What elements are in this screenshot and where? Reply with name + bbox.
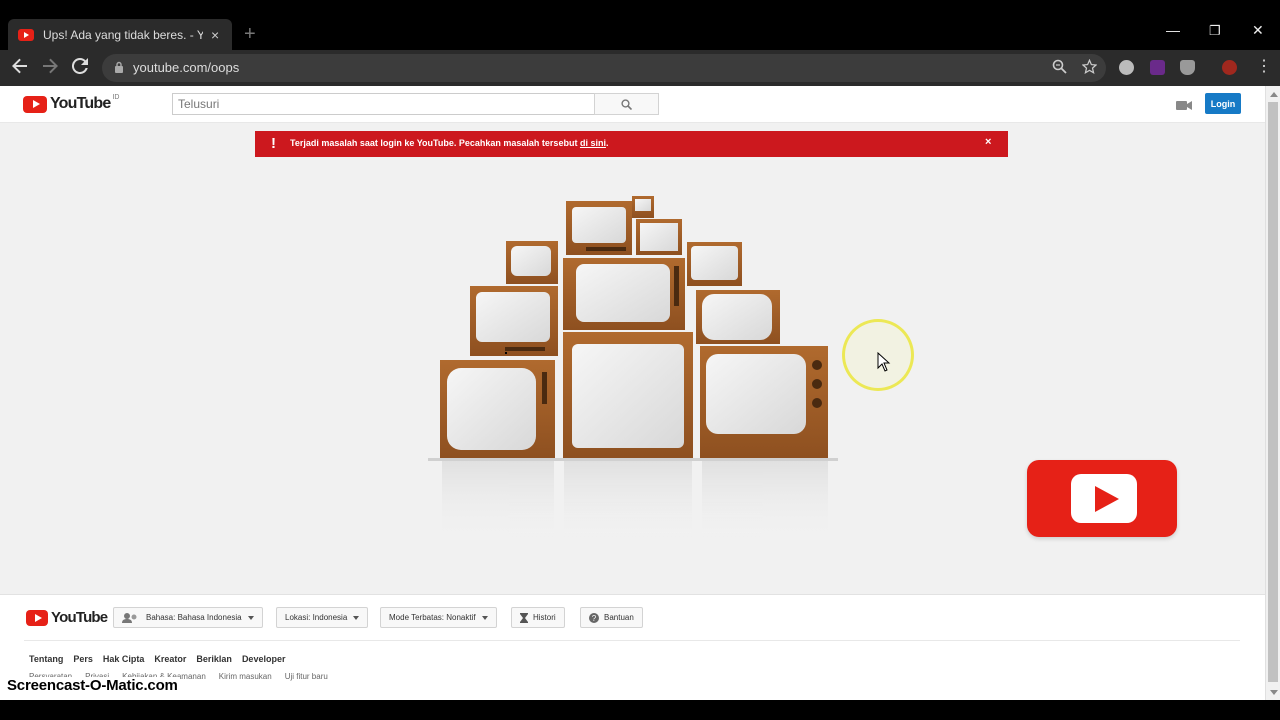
hourglass-icon: [520, 612, 528, 623]
alert-help-link[interactable]: di sini: [580, 138, 606, 148]
bookmark-star-icon[interactable]: [1081, 58, 1098, 77]
browser-tabstrip: Ups! Ada yang tidak beres. - YouTube × +…: [0, 0, 1280, 50]
footer-link[interactable]: Pers: [73, 654, 93, 664]
scroll-thumb[interactable]: [1268, 102, 1278, 682]
youtube-logo[interactable]: YouTube ID: [23, 93, 120, 113]
footer-link[interactable]: Tentang: [29, 654, 63, 664]
footer-youtube-logo-icon: [26, 609, 48, 626]
alert-message: Terjadi masalah saat login ke YouTube. P…: [290, 138, 608, 148]
new-tab-button[interactable]: +: [244, 24, 256, 44]
tab-title: Ups! Ada yang tidak beres. - YouTube: [43, 27, 203, 42]
history-button[interactable]: Histori: [511, 607, 565, 628]
history-label: Histori: [533, 613, 556, 622]
search-button[interactable]: [594, 93, 659, 115]
yt-footer: YouTube Bahasa: Bahasa Indonesia Lokasi:…: [0, 594, 1265, 700]
alert-close-button[interactable]: ×: [985, 136, 991, 148]
screen-bottom-bar: [0, 700, 1280, 720]
search-box: [172, 93, 595, 115]
browser-toolbar: youtube.com/oops ⋮: [0, 50, 1280, 86]
youtube-favicon-icon: [18, 28, 34, 41]
page-scrollbar[interactable]: [1265, 86, 1280, 700]
lock-icon: [115, 61, 123, 73]
help-button[interactable]: ? Bantuan: [580, 607, 643, 628]
page-content: YouTube ID Login ! Terjadi masalah saat …: [0, 86, 1265, 700]
zoom-icon[interactable]: [1052, 59, 1067, 77]
url-text: youtube.com/oops: [133, 60, 240, 75]
footer-youtube-logo[interactable]: YouTube: [26, 609, 108, 626]
help-label: Bantuan: [604, 613, 634, 622]
search-icon: [621, 98, 632, 110]
footer-link[interactable]: Developer: [242, 654, 286, 664]
mouse-cursor-icon: [877, 352, 891, 372]
broken-tv-illustration: [428, 196, 838, 541]
youtube-play-logo-icon: [1027, 460, 1177, 537]
restricted-mode-label: Mode Terbatas: Nonaktif: [389, 613, 476, 622]
region-label: ID: [112, 93, 120, 101]
location-picker[interactable]: Lokasi: Indonesia: [276, 607, 369, 628]
youtube-logo-icon: [23, 95, 47, 113]
screencast-watermark: Screencast-O-Matic.com: [5, 677, 180, 695]
footer-link[interactable]: Kreator: [154, 654, 186, 664]
extension-globe-icon[interactable]: [1119, 60, 1134, 75]
footer-primary-links: Tentang Pers Hak Cipta Kreator Beriklan …: [29, 654, 285, 664]
window-close-button[interactable]: ✕: [1252, 22, 1264, 39]
browser-tab[interactable]: Ups! Ada yang tidak beres. - YouTube ×: [8, 19, 232, 50]
login-error-alert: ! Terjadi masalah saat login ke YouTube.…: [255, 131, 1008, 157]
back-icon[interactable]: [12, 58, 28, 79]
alert-suffix: .: [605, 138, 609, 148]
footer-youtube-logo-text: YouTube: [51, 609, 108, 626]
scroll-down-arrow-icon[interactable]: [1270, 690, 1278, 695]
language-picker[interactable]: Bahasa: Bahasa Indonesia: [113, 607, 263, 628]
upload-video-icon[interactable]: [1176, 98, 1192, 116]
profile-avatar-icon[interactable]: [1222, 60, 1237, 75]
language-label: Bahasa: Bahasa Indonesia: [146, 613, 242, 622]
svg-text:?: ?: [592, 614, 597, 623]
extension-shield-icon[interactable]: [1180, 60, 1195, 75]
youtube-logo-text: YouTube: [50, 95, 111, 112]
footer-link-secondary[interactable]: Uji fitur baru: [285, 672, 328, 681]
login-button[interactable]: Login: [1205, 93, 1241, 114]
address-bar[interactable]: youtube.com/oops: [102, 54, 1106, 82]
footer-link[interactable]: Hak Cipta: [103, 654, 145, 664]
tab-close-button[interactable]: ×: [211, 27, 219, 43]
footer-link-secondary[interactable]: Kirim masukan: [219, 672, 272, 681]
chrome-menu-icon[interactable]: ⋮: [1256, 57, 1272, 77]
location-label: Lokasi: Indonesia: [285, 613, 348, 622]
extension-purple-icon[interactable]: [1150, 60, 1165, 75]
footer-divider: [24, 640, 1240, 641]
reload-icon[interactable]: [71, 57, 88, 79]
scroll-up-arrow-icon[interactable]: [1270, 92, 1278, 97]
restore-button[interactable]: ❐: [1209, 23, 1221, 39]
forward-icon[interactable]: [42, 58, 58, 79]
minimize-button[interactable]: —: [1166, 22, 1180, 38]
help-icon: ?: [589, 612, 599, 623]
alert-message-text: Terjadi masalah saat login ke YouTube. P…: [290, 138, 580, 148]
alert-exclamation-icon: !: [271, 135, 276, 152]
search-input[interactable]: [173, 94, 594, 114]
language-icon: [122, 612, 137, 623]
restricted-mode-picker[interactable]: Mode Terbatas: Nonaktif: [380, 607, 497, 628]
yt-header: YouTube ID Login: [0, 86, 1265, 123]
footer-link[interactable]: Beriklan: [196, 654, 232, 664]
